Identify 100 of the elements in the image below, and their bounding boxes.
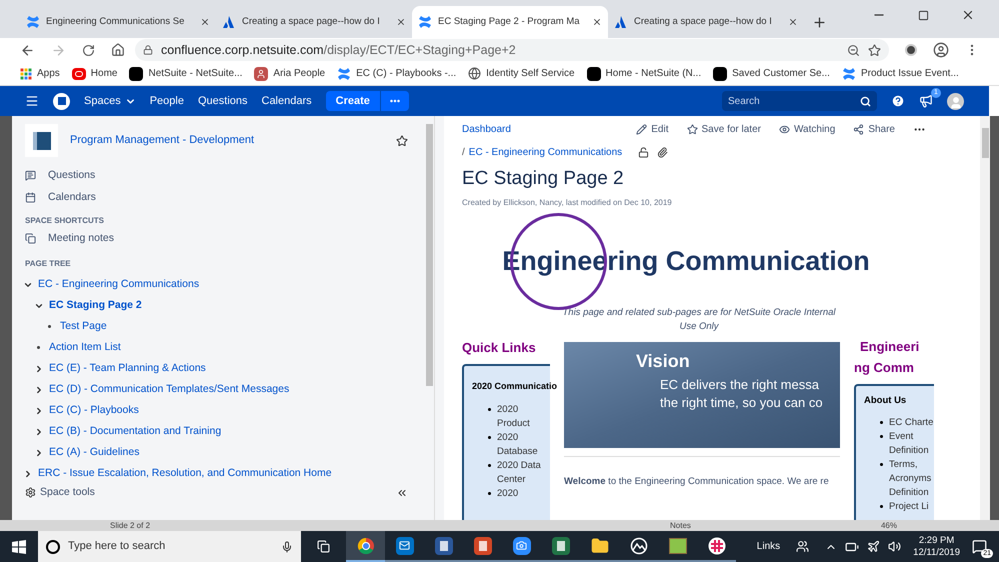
bookmark-link[interactable]: Product Issue Event...	[842, 66, 959, 81]
quick-link[interactable]: 2020 Database	[497, 430, 541, 458]
page-tree-link[interactable]: EC (D) - Communication Templates/Sent Messages	[49, 382, 290, 398]
bookmark-link[interactable]: Apps	[20, 66, 60, 81]
scrollbar[interactable]	[426, 124, 433, 386]
nav-link[interactable]: Spaces	[84, 92, 136, 110]
extension-icon[interactable]	[905, 44, 917, 56]
favorite-star-icon[interactable]	[396, 134, 408, 146]
confluence-logo-icon	[418, 15, 432, 29]
quick-link[interactable]: 2020 Product	[497, 402, 541, 430]
page-action-button[interactable]: Watching	[778, 122, 836, 137]
about-link[interactable]: Project Li	[889, 500, 934, 514]
notes-button[interactable]: Notes	[670, 522, 691, 530]
space-logo-icon	[25, 124, 58, 157]
browser-tab[interactable]: EC Staging Page 2 - Program Ma	[412, 6, 608, 38]
notifications-icon[interactable]	[919, 94, 933, 108]
quick-link[interactable]: 2020	[497, 486, 541, 500]
profile-icon[interactable]	[933, 42, 949, 58]
page-tree-link[interactable]: EC - Engineering Communications	[38, 276, 200, 292]
help-icon[interactable]	[891, 94, 905, 108]
close-window-icon[interactable]	[961, 8, 975, 22]
about-link[interactable]: Terms, Acronyms Definition	[889, 458, 934, 500]
page-tree-link[interactable]: EC (C) - Playbooks	[49, 402, 139, 418]
address-field[interactable]: confluence.corp.netsuite.com/display/ECT/EC+Staging+Page+2	[135, 39, 889, 61]
back-icon[interactable]	[20, 42, 35, 58]
panel-title: About Us	[864, 394, 908, 408]
menu-icon[interactable]	[25, 94, 39, 108]
microphone-icon[interactable]	[281, 540, 293, 552]
page-action-button[interactable]: Edit	[636, 122, 668, 137]
taskbar-search-field[interactable]: Type here to search	[38, 531, 301, 562]
attachment-icon[interactable]	[657, 147, 668, 158]
reload-icon[interactable]	[82, 44, 95, 56]
shortcut-link[interactable]: Meeting notes	[25, 230, 434, 247]
volume-icon[interactable]	[888, 540, 902, 553]
lock-icon[interactable]	[143, 45, 153, 55]
sidebar-resize-handle[interactable]	[434, 116, 444, 520]
nav-link[interactable]: People	[150, 92, 184, 110]
browser-tab[interactable]: Creating a space page--how do I	[608, 6, 804, 38]
photos-app-icon	[630, 536, 648, 554]
space-tools-link[interactable]: Space tools	[25, 485, 95, 501]
page-tree-link[interactable]: EC Staging Page 2	[49, 298, 142, 314]
close-icon[interactable]	[396, 17, 406, 27]
calendar-icon	[25, 192, 36, 203]
bookmark-link[interactable]: Saved Customer Se...	[713, 66, 830, 81]
page-scrollbar[interactable]	[980, 116, 990, 520]
bookmark-link[interactable]: Home	[72, 66, 118, 81]
breadcrumb-link[interactable]: EC - Engineering Communications	[468, 145, 622, 160]
zoom-icon[interactable]	[847, 44, 860, 56]
globe-icon	[468, 67, 482, 80]
bookmark-link[interactable]: EC (C) - Playbooks -...	[337, 66, 456, 81]
bookmark-link[interactable]: Identity Self Service	[468, 66, 575, 81]
bookmark-link[interactable]: Home - NetSuite (N...	[586, 66, 702, 81]
search-icon[interactable]	[860, 96, 871, 106]
maximize-icon[interactable]	[918, 10, 929, 20]
page-action-button[interactable]: Save for later	[686, 122, 761, 137]
browser-tab[interactable]: Engineering Communications Se	[20, 6, 216, 38]
sidebar-link[interactable]: Calendars	[25, 189, 434, 206]
space-name-link[interactable]: Program Management - Development	[70, 132, 254, 149]
search-field[interactable]: Search	[722, 91, 877, 111]
taskbar-search-input[interactable]: Type here to search	[68, 538, 273, 555]
page-tree-link[interactable]: EC (B) - Documentation and Training	[49, 424, 222, 440]
clock[interactable]: 2:29 PM 12/11/2019	[913, 534, 960, 558]
page-tree-link[interactable]: Action Item List	[49, 340, 121, 356]
page-tree-link[interactable]: EC (E) - Team Planning & Actions	[49, 360, 206, 376]
unlocked-icon[interactable]	[638, 147, 650, 158]
bookmark-link[interactable]: NetSuite - NetSuite...	[129, 66, 242, 81]
links-toolbar[interactable]: Links	[756, 539, 780, 554]
bookmark-star-icon[interactable]	[868, 44, 881, 56]
avatar-icon[interactable]	[947, 92, 964, 110]
bullet-icon	[880, 505, 883, 508]
confluence-logo-icon	[26, 15, 40, 29]
cortana-ring-icon	[46, 540, 60, 554]
nav-link[interactable]: Questions	[198, 92, 248, 110]
bookmark-link[interactable]: Aria People	[254, 66, 326, 81]
slide-count: Slide 2 of 2	[110, 522, 150, 530]
close-icon[interactable]	[200, 17, 210, 27]
breadcrumb-link[interactable]: Dashboard	[462, 122, 511, 137]
task-view-icon[interactable]	[317, 540, 330, 553]
page-tree-link[interactable]: EC (A) - Guidelines	[49, 444, 140, 460]
page-tree-link[interactable]: ERC - Issue Escalation, Resolution, and Communication Home	[38, 466, 332, 482]
windows-start-icon[interactable]	[12, 540, 26, 554]
close-icon[interactable]	[592, 17, 602, 27]
browser-app-icon	[356, 536, 374, 554]
close-icon[interactable]	[788, 17, 798, 27]
page-tree-link[interactable]: Test Page	[60, 318, 107, 334]
new-tab-icon[interactable]	[812, 15, 827, 30]
apps-grid-icon	[20, 68, 32, 80]
about-link[interactable]: EC Charte	[889, 416, 934, 430]
netsuite-logo-icon[interactable]	[53, 92, 70, 110]
quick-link[interactable]: 2020 Data Center	[497, 458, 541, 486]
home-icon[interactable]	[111, 43, 125, 57]
bullet-icon	[488, 408, 491, 410]
nav-link[interactable]: Calendars	[262, 92, 312, 110]
browser-tab[interactable]: Creating a space page--how do I	[216, 6, 412, 38]
sidebar-link[interactable]: Questions	[25, 167, 434, 184]
people-icon[interactable]	[796, 540, 810, 553]
page-action-button[interactable]: Share	[853, 122, 895, 137]
about-link[interactable]: Event Definition	[889, 430, 934, 458]
search-input[interactable]: Search	[728, 94, 860, 108]
document-app-icon	[474, 536, 492, 554]
